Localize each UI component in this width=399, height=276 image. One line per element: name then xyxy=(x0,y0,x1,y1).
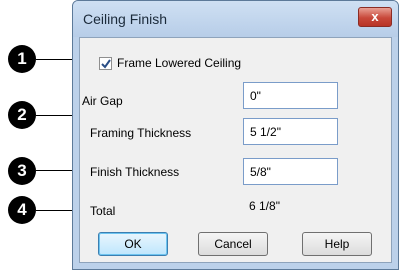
total-value: 6 1/8" xyxy=(249,199,280,213)
dialog-title: Ceiling Finish xyxy=(83,11,168,27)
dialog-body: Frame Lowered Ceiling Air Gap Framing Th… xyxy=(79,37,392,263)
help-button[interactable]: Help xyxy=(302,232,372,256)
ok-button[interactable]: OK xyxy=(98,232,168,256)
callout-3-marker: 3 xyxy=(8,157,36,185)
checkmark-icon xyxy=(101,59,111,69)
air-gap-label: Air Gap xyxy=(82,94,123,108)
close-button[interactable]: x xyxy=(358,7,392,27)
total-label: Total xyxy=(90,204,116,218)
air-gap-input[interactable] xyxy=(243,82,338,109)
framing-thickness-label: Framing Thickness xyxy=(90,126,192,140)
frame-lowered-ceiling-label[interactable]: Frame Lowered Ceiling xyxy=(117,56,241,70)
finish-thickness-label: Finish Thickness xyxy=(90,165,180,179)
title-bar[interactable]: Ceiling Finish x xyxy=(73,1,398,37)
framing-thickness-input[interactable] xyxy=(243,118,338,145)
callout-2-marker: 2 xyxy=(8,101,36,129)
frame-lowered-ceiling-checkbox[interactable] xyxy=(99,57,112,70)
callout-4-marker: 4 xyxy=(8,196,36,224)
close-icon: x xyxy=(371,9,379,24)
callout-2-leader xyxy=(36,115,74,116)
cancel-button[interactable]: Cancel xyxy=(198,232,268,256)
callout-1-marker: 1 xyxy=(8,45,36,73)
ceiling-finish-dialog: Ceiling Finish x Frame Lowered Ceiling A… xyxy=(72,0,399,270)
finish-thickness-input[interactable] xyxy=(243,158,338,185)
